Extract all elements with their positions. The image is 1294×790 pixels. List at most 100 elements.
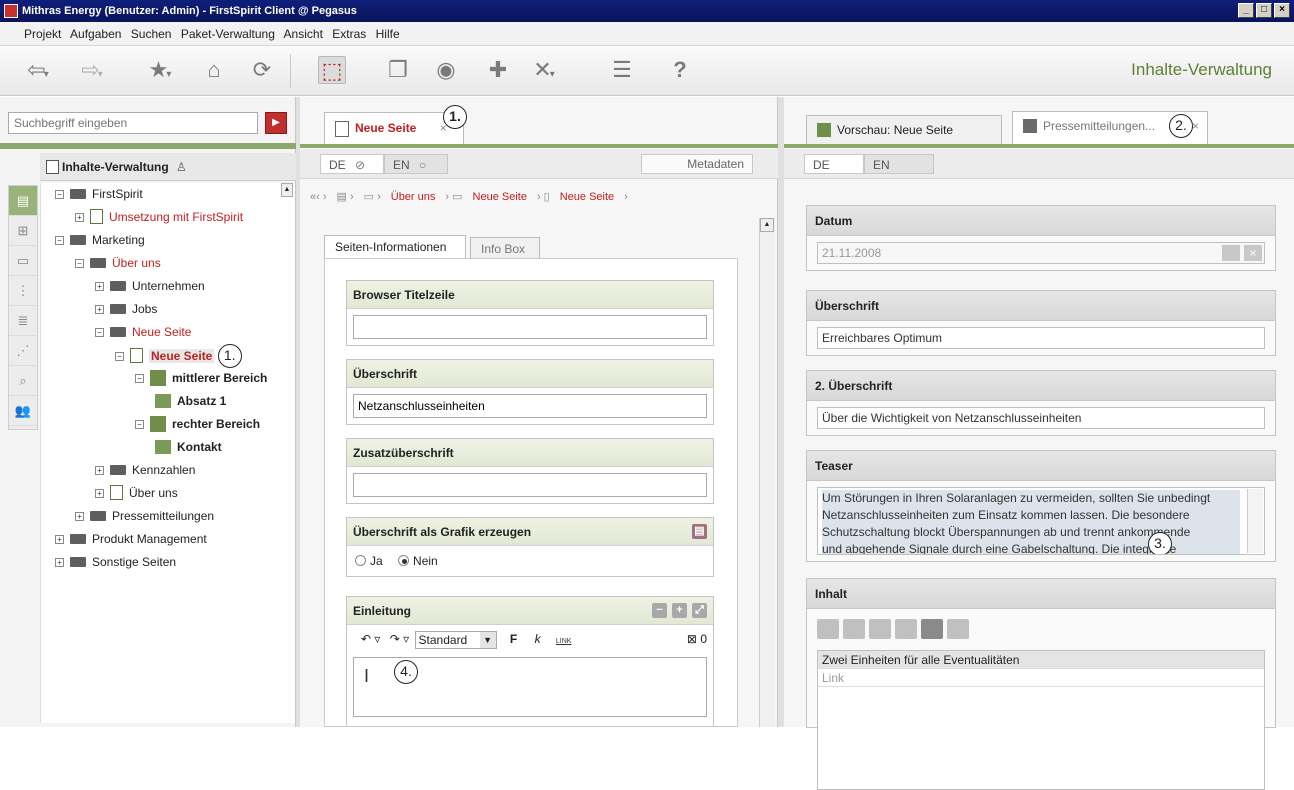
fullscreen-icon[interactable]: ⤢ — [692, 603, 707, 618]
table-row[interactable]: Zwei Einheiten für alle Eventualitäten — [818, 651, 1264, 669]
star-icon[interactable]: ★▾ — [146, 56, 174, 84]
tree-item-neue-seite-page[interactable]: − Neue Seite 1. — [115, 344, 242, 368]
content-preview-icon[interactable] — [921, 619, 943, 639]
tree-item-sonstige-seiten[interactable]: + Sonstige Seiten — [55, 551, 176, 573]
close-tab-icon[interactable]: × — [1192, 112, 1199, 140]
home-icon[interactable]: ⌂ — [200, 56, 228, 84]
radio-nein[interactable]: Nein — [398, 554, 438, 568]
section-date: Datum 21.11.2008 × — [806, 205, 1276, 271]
style-select[interactable]: Standard ▼ — [414, 630, 497, 649]
preview-headline2-field[interactable]: Über die Wichtigkeit von Netzanschlussei… — [817, 407, 1265, 429]
tree-item-mittlerer-bereich[interactable]: − mittlerer Bereich — [135, 367, 267, 389]
link-button[interactable]: LINK — [556, 638, 572, 645]
content-edit-icon[interactable] — [947, 619, 969, 639]
tree-item-kennzahlen[interactable]: + Kennzahlen — [95, 459, 195, 481]
calendar-icon[interactable] — [1222, 245, 1240, 261]
global-view-icon[interactable]: ≣ — [9, 306, 37, 336]
users-view-icon[interactable]: 👥 — [9, 396, 37, 426]
metadata-button[interactable]: Metadaten — [641, 154, 753, 174]
menu-projekt[interactable]: Projekt — [24, 27, 61, 41]
menu-ansicht[interactable]: Ansicht — [284, 27, 323, 41]
breadcrumb-neue-seite-page[interactable]: Neue Seite — [560, 191, 614, 203]
help-icon[interactable]: ? — [666, 56, 694, 84]
menu-paket-verwaltung[interactable]: Paket-Verwaltung — [181, 27, 275, 41]
tree-item-marketing[interactable]: − Marketing — [55, 229, 145, 251]
menu-hilfe[interactable]: Hilfe — [376, 27, 400, 41]
page-copy-icon[interactable]: ❐ — [384, 56, 412, 84]
tree-item-pressemitteilungen[interactable]: + Pressemitteilungen — [75, 505, 214, 527]
preview-icon[interactable]: ◉ — [432, 56, 460, 84]
tree-item-ueber-uns[interactable]: − Über uns — [75, 252, 161, 274]
structure-view-icon[interactable]: ⊞ — [9, 216, 37, 246]
teaser-scrollbar[interactable] — [1247, 489, 1263, 553]
add-content-icon[interactable] — [817, 619, 839, 639]
back-icon[interactable]: ⇦▾ — [24, 56, 52, 84]
redo-icon[interactable]: ↷ ▿ — [390, 632, 409, 646]
tree-item-neue-seite-folder[interactable]: − Neue Seite — [95, 321, 191, 343]
tree-item-umsetzung[interactable]: + Umsetzung mit FirstSpirit — [75, 206, 243, 228]
info-icon[interactable]: ▤ — [692, 524, 707, 539]
sub-headline-input[interactable] — [353, 473, 707, 497]
expand-icon[interactable]: + — [672, 603, 687, 618]
toolbar: ⇦▾ ⇨▾ ★▾ ⌂ ⟳ ⬚ ❐ ◉ ✚ ✕▾ ☰ ? Inhalte-Verw… — [0, 46, 1294, 96]
undo-icon[interactable]: ↶ ▿ — [361, 632, 380, 646]
tree-item-rechter-bereich[interactable]: − rechter Bereich — [135, 413, 260, 435]
close-button[interactable]: × — [1274, 3, 1290, 18]
sitemap-view-icon[interactable]: ⋰ — [9, 336, 37, 366]
maximize-button[interactable]: □ — [1256, 3, 1272, 18]
breadcrumb-neue-seite-folder[interactable]: Neue Seite — [473, 191, 527, 203]
tree-item-unternehmen[interactable]: + Unternehmen — [95, 275, 205, 297]
tree-item-ueber-uns-page[interactable]: + Über uns — [95, 482, 178, 504]
tree-item-kontakt[interactable]: Kontakt — [155, 436, 222, 458]
tree-item-produkt-management[interactable]: + Produkt Management — [55, 528, 207, 550]
preview-headline-field[interactable]: Erreichbares Optimum — [817, 327, 1265, 349]
tab-neue-seite[interactable]: Neue Seite 1. × — [324, 105, 467, 144]
menu-suchen[interactable]: Suchen — [131, 27, 172, 41]
search-go-button[interactable]: ▶ — [265, 112, 287, 134]
intro-editor[interactable]: I 4. — [353, 657, 707, 717]
menu-aufgaben[interactable]: Aufgaben — [70, 27, 121, 41]
press-tab-icon — [1023, 119, 1037, 133]
teaser-field[interactable]: Um Störungen in Ihren Solaranlagen zu ve… — [817, 487, 1265, 555]
tree-item-firstspirit[interactable]: − FirstSpirit — [55, 183, 143, 205]
checklist-icon[interactable]: ☰ — [608, 56, 636, 84]
search-view-icon[interactable]: ⌕ — [9, 366, 37, 396]
select-page-icon[interactable]: ⬚ — [318, 56, 346, 84]
table-row[interactable]: Link — [818, 669, 1264, 687]
collapse-icon[interactable]: − — [652, 603, 667, 618]
content-view-icon[interactable]: ▤ — [9, 186, 37, 216]
italic-button[interactable]: k — [535, 632, 541, 646]
breadcrumb-ueber-uns[interactable]: Über uns — [391, 191, 436, 203]
lang-en[interactable]: EN ○ — [384, 154, 448, 174]
delete-page-icon[interactable]: ✕▾ — [530, 56, 558, 84]
preview-lang-en[interactable]: EN — [864, 154, 934, 174]
tab-vorschau[interactable]: Vorschau: Neue Seite — [806, 115, 1002, 145]
browser-title-input[interactable] — [353, 315, 707, 339]
editor-scrollbar[interactable]: ▲ — [759, 218, 775, 727]
preview-lang-de[interactable]: DE — [804, 154, 864, 174]
headline-input[interactable] — [353, 394, 707, 418]
navigation-panel: ▶ Inhalte-Verwaltung ♙ ▤ ⊞ ▭ ⋮ ≣ ⋰ ⌕ 👥 ▲… — [0, 97, 296, 727]
move-down-icon[interactable] — [895, 619, 917, 639]
add-page-icon[interactable]: ✚ — [484, 56, 512, 84]
lang-de[interactable]: DE ⊘ — [320, 154, 384, 174]
tab-pressemitteilungen[interactable]: Pressemitteilungen... 2. × — [1012, 111, 1208, 145]
tree-scroll-up[interactable]: ▲ — [281, 183, 293, 197]
delete-content-icon[interactable] — [843, 619, 865, 639]
clear-date-icon[interactable]: × — [1244, 245, 1262, 261]
refresh-icon[interactable]: ⟳ — [248, 56, 276, 84]
bold-button[interactable]: F — [510, 632, 517, 646]
minimize-button[interactable]: _ — [1238, 3, 1254, 18]
search-input[interactable] — [8, 112, 258, 134]
date-field[interactable]: 21.11.2008 × — [817, 242, 1265, 264]
tab-seiten-informationen[interactable]: Seiten-Informationen — [324, 235, 466, 259]
radio-ja[interactable]: Ja — [355, 554, 383, 568]
view-switcher: ▤ ⊞ ▭ ⋮ ≣ ⋰ ⌕ 👥 — [8, 185, 38, 430]
tree-item-absatz[interactable]: Absatz 1 — [155, 390, 226, 412]
media-view-icon[interactable]: ▭ — [9, 246, 37, 276]
move-up-icon[interactable] — [869, 619, 891, 639]
template-view-icon[interactable]: ⋮ — [9, 276, 37, 306]
menu-extras[interactable]: Extras — [332, 27, 366, 41]
tree-item-jobs[interactable]: + Jobs — [95, 298, 157, 320]
forward-icon[interactable]: ⇨▾ — [78, 56, 106, 84]
